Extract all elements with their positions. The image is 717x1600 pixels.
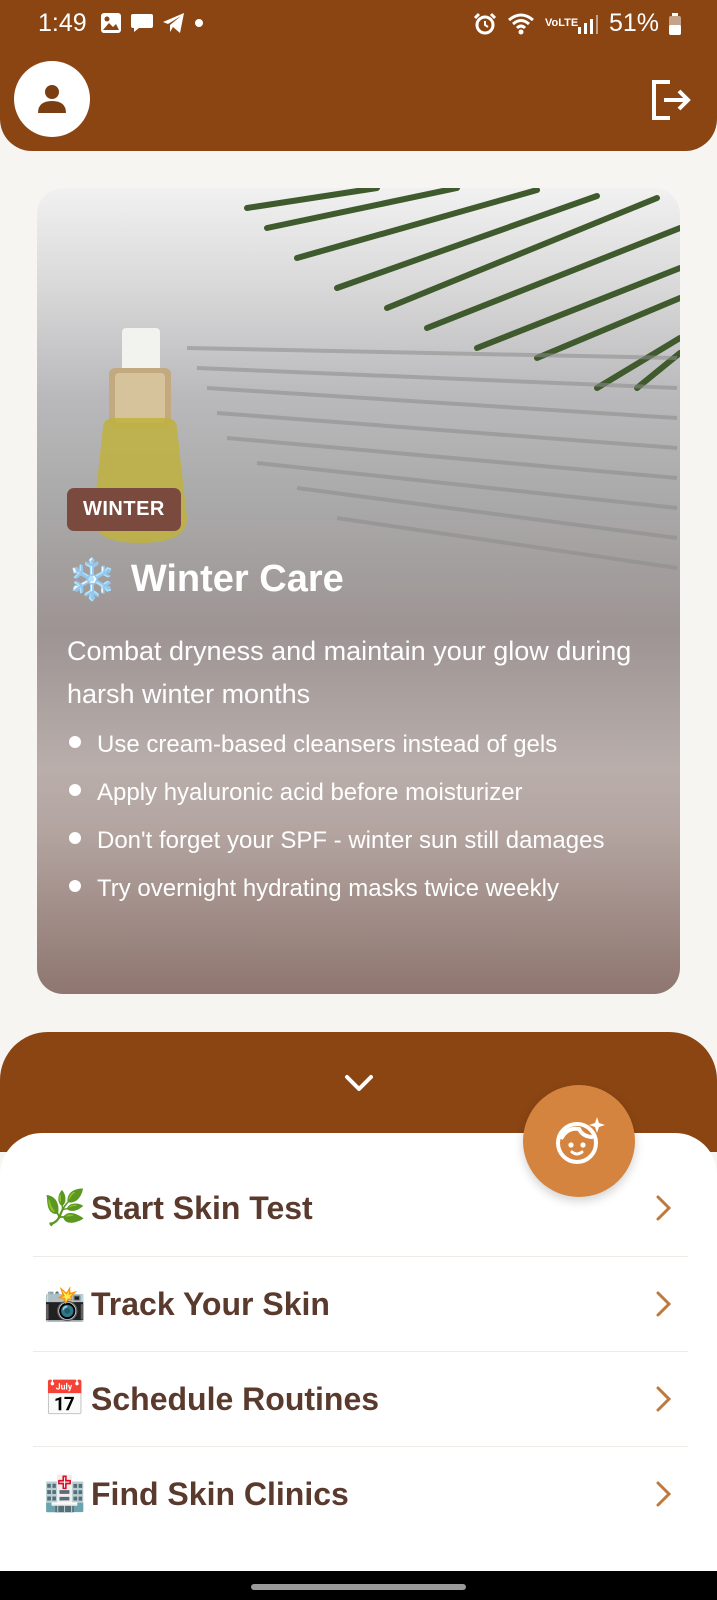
season-tag: WINTER bbox=[67, 488, 181, 531]
gallery-icon bbox=[101, 13, 121, 33]
face-scan-button[interactable] bbox=[523, 1085, 635, 1197]
logout-icon[interactable] bbox=[648, 78, 692, 122]
network-label: VoLTE bbox=[544, 17, 579, 29]
person-icon bbox=[38, 85, 66, 113]
seasonal-tip-card[interactable]: WINTER ❄️ Winter Care Combat dryness and… bbox=[37, 188, 680, 994]
home-gesture-pill[interactable] bbox=[251, 1584, 466, 1590]
menu-item-label: Track Your Skin bbox=[91, 1285, 330, 1322]
tip-text: Use cream-based cleansers instead of gel… bbox=[97, 731, 558, 758]
bottom-sheet: 🌿 Start Skin Test 📸 Track Your Skin 📅 Sc… bbox=[0, 1133, 717, 1571]
wifi-icon bbox=[507, 13, 534, 34]
tip-text: Don't forget your SPF - winter sun still… bbox=[97, 827, 605, 854]
tip-item: Use cream-based cleansers instead of gel… bbox=[67, 726, 667, 763]
bullet-icon bbox=[69, 832, 81, 844]
chevron-right-icon bbox=[656, 1481, 672, 1507]
signal-icon bbox=[577, 14, 598, 34]
status-right: VoLTE 51% bbox=[473, 9, 681, 38]
menu-item-label: Schedule Routines bbox=[91, 1380, 380, 1417]
chevron-right-icon bbox=[656, 1291, 672, 1317]
chevron-right-icon bbox=[656, 1386, 672, 1412]
menu-item-find-clinics[interactable]: 🏥 Find Skin Clinics bbox=[33, 1447, 688, 1541]
menu-item-track-skin[interactable]: 📸 Track Your Skin bbox=[33, 1257, 688, 1351]
chat-icon bbox=[131, 14, 153, 32]
battery-icon bbox=[669, 12, 681, 35]
tip-text: Apply hyaluronic acid before moisturizer bbox=[97, 779, 523, 806]
card-title-text: Winter Care bbox=[130, 558, 344, 600]
notification-icons bbox=[100, 12, 204, 34]
tips-list: Use cream-based cleansers instead of gel… bbox=[67, 726, 667, 918]
calendar-icon: 📅 bbox=[43, 1380, 87, 1418]
bullet-icon bbox=[69, 736, 81, 748]
status-bar: 1:49 VoLTE 51% bbox=[0, 0, 717, 48]
tip-item: Don't forget your SPF - winter sun still… bbox=[67, 822, 667, 859]
bullet-icon bbox=[69, 784, 81, 796]
alarm-icon bbox=[473, 12, 497, 34]
system-nav-bar bbox=[0, 1571, 717, 1600]
chevron-down-icon[interactable] bbox=[342, 1070, 376, 1096]
tip-text: Try overnight hydrating masks twice week… bbox=[97, 875, 559, 902]
leaf-icon: 🌿 bbox=[43, 1189, 87, 1227]
battery-percent: 51% bbox=[608, 9, 659, 37]
card-description: Combat dryness and maintain your glow du… bbox=[67, 636, 632, 709]
bullet-icon bbox=[69, 880, 81, 892]
status-time: 1:49 bbox=[38, 9, 87, 37]
tip-item: Try overnight hydrating masks twice week… bbox=[67, 870, 667, 907]
dot-icon bbox=[195, 19, 203, 27]
hospital-icon: 🏥 bbox=[43, 1475, 87, 1513]
snowflake-icon: ❄️ bbox=[67, 558, 117, 602]
face-sparkle-icon bbox=[556, 1117, 605, 1164]
tip-item: Apply hyaluronic acid before moisturizer bbox=[67, 774, 667, 811]
telegram-icon bbox=[163, 13, 184, 33]
menu-item-label: Find Skin Clinics bbox=[91, 1475, 349, 1512]
profile-button[interactable] bbox=[14, 61, 90, 137]
chevron-right-icon bbox=[656, 1195, 672, 1221]
menu-item-schedule-routines[interactable]: 📅 Schedule Routines bbox=[33, 1352, 688, 1446]
card-title: ❄️ Winter Care bbox=[67, 556, 344, 603]
camera-icon: 📸 bbox=[43, 1285, 87, 1323]
app-header: 1:49 VoLTE 51% bbox=[0, 0, 717, 151]
